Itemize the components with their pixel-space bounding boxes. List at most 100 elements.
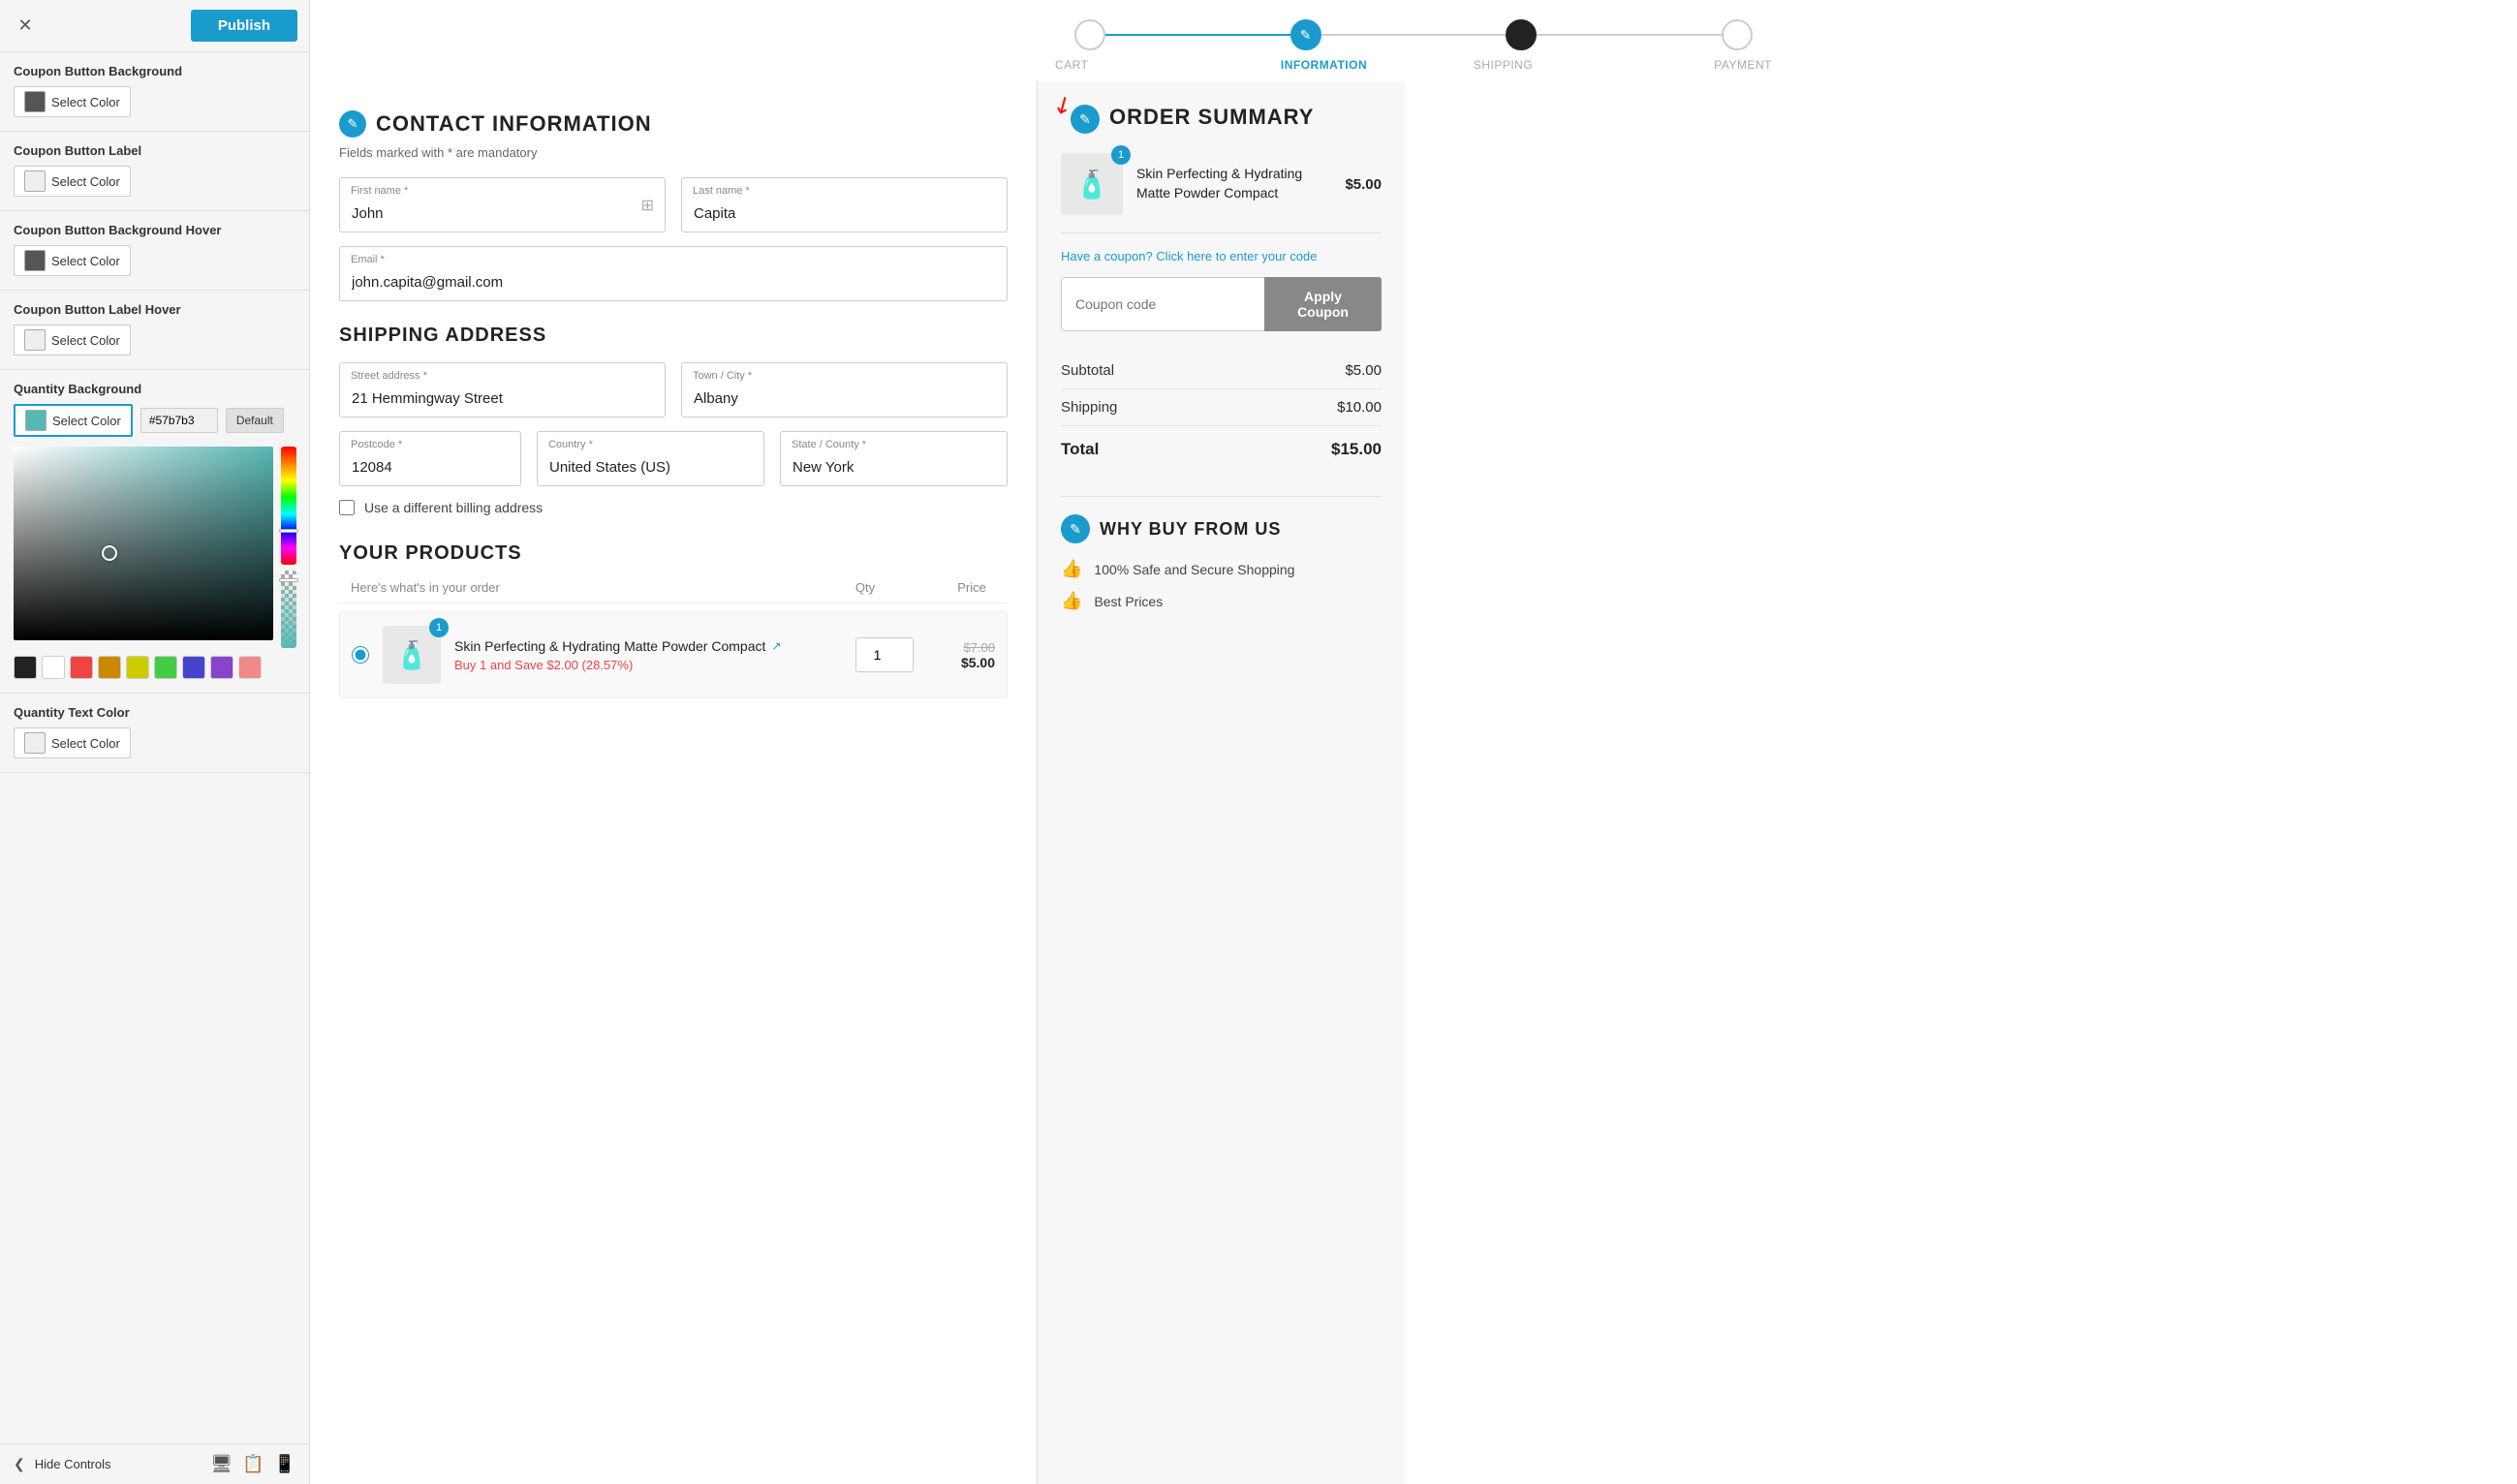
step-label-cart[interactable]: Cart [1055, 58, 1234, 72]
price-header: Price [948, 580, 996, 595]
quantity-bg-section: Quantity Background Select Color Default [0, 370, 309, 694]
first-name-field: First name * ⊞ [339, 177, 666, 232]
step-cart-circle [1074, 19, 1105, 50]
hide-controls-label[interactable]: Hide Controls [35, 1457, 202, 1471]
gradient-picker[interactable] [14, 447, 273, 640]
checkout-form: ✎ CONTACT INFORMATION Fields marked with… [339, 81, 1037, 1484]
product-discount: Buy 1 and Save $2.00 (28.57%) [454, 658, 842, 672]
coupon-link[interactable]: Have a coupon? Click here to enter your … [1061, 249, 1382, 263]
total-row: Total $15.00 [1061, 426, 1382, 473]
shipping-label: Shipping [1061, 399, 1117, 416]
product-radio[interactable] [352, 646, 369, 664]
order-product-price: $5.00 [1345, 176, 1382, 193]
progress-bar: ✎ Cart Information Shipping Payment [310, 0, 2517, 81]
products-title: YOUR PRODUCTS [339, 542, 1008, 565]
coupon-label-hover-color-btn[interactable]: Select Color [14, 325, 131, 356]
left-header: ✕ Publish [0, 0, 309, 52]
quantity-bg-swatch [25, 410, 47, 431]
coupon-bg-color-btn[interactable]: Select Color [14, 86, 131, 117]
external-link-icon[interactable]: ↗ [771, 639, 781, 653]
order-product-name: Skin Perfecting & Hydrating Matte Powder… [1136, 165, 1331, 202]
qty-header: Qty [841, 580, 889, 595]
swatch-red[interactable] [70, 656, 93, 679]
coupon-label-title: Coupon Button Label [14, 143, 295, 158]
apply-coupon-button[interactable]: Apply Coupon [1264, 277, 1382, 331]
why-buy-item-2: 👍 Best Prices [1061, 591, 1382, 611]
street-field: Street address * [339, 362, 666, 417]
coupon-label-color-btn[interactable]: Select Color [14, 166, 131, 197]
default-button[interactable]: Default [226, 408, 284, 433]
product-badge: 1 [429, 618, 449, 637]
close-button[interactable]: ✕ [12, 13, 39, 40]
step-line-3 [1537, 34, 1722, 36]
country-label: Country * [548, 439, 593, 450]
contact-badge-icon: ✎ [348, 116, 358, 132]
step-label-shipping[interactable]: Shipping [1414, 58, 1593, 72]
step-label-information[interactable]: Information [1234, 58, 1414, 72]
quantity-bg-color-btn[interactable]: Select Color [14, 404, 133, 437]
coupon-bg-hover-color-btn[interactable]: Select Color [14, 245, 131, 276]
quantity-text-color-btn[interactable]: Select Color [14, 727, 131, 758]
email-row: Email * [339, 246, 1008, 301]
main-content: ✎ Cart Information Shipping Payment ✎ CO… [310, 0, 2517, 1484]
email-input[interactable] [339, 246, 1008, 301]
coupon-bg-hover-label: Select Color [51, 254, 120, 268]
products-section: YOUR PRODUCTS Here's what's in your orde… [339, 542, 1008, 698]
swatch-green[interactable] [154, 656, 177, 679]
step-line-2 [1321, 34, 1507, 36]
swatch-blue[interactable] [182, 656, 205, 679]
swatch-pink[interactable] [238, 656, 262, 679]
order-product-badge: 1 [1111, 145, 1131, 165]
billing-checkbox-row: Use a different billing address [339, 500, 1008, 515]
products-subtitle: Here's what's in your order [351, 580, 783, 595]
order-product-image: 🧴 1 [1061, 153, 1123, 215]
step-payment-circle[interactable] [1722, 19, 1753, 50]
mobile-icon[interactable]: 📱 [274, 1454, 295, 1474]
gradient-cursor [102, 545, 117, 561]
swatch-white[interactable] [42, 656, 65, 679]
coupon-input[interactable] [1061, 277, 1264, 331]
coupon-bg-swatch [24, 91, 46, 112]
town-field: Town / City * [681, 362, 1008, 417]
quantity-text-section: Quantity Text Color Select Color [0, 694, 309, 773]
name-row: First name * ⊞ Last name * [339, 177, 1008, 232]
product-row: 🧴 1 Skin Perfecting & Hydrating Matte Po… [339, 611, 1008, 698]
country-field: Country * [537, 431, 764, 486]
why-buy-section: ✎ WHY BUY FROM US 👍 100% Safe and Secure… [1061, 496, 1382, 623]
checkout-area: ✎ CONTACT INFORMATION Fields marked with… [310, 81, 2517, 1484]
step-shipping-circle[interactable] [1506, 19, 1537, 50]
last-name-field: Last name * [681, 177, 1008, 232]
swatch-yellow[interactable] [126, 656, 149, 679]
subtotal-row: Subtotal $5.00 [1061, 353, 1382, 389]
alpha-slider[interactable] [281, 571, 296, 648]
hide-controls-bar: ❮ Hide Controls 🖥 📋 📱 [0, 1443, 309, 1484]
step-label-payment[interactable]: Payment [1593, 58, 1772, 72]
price-old: $7.00 [927, 640, 995, 655]
price-new: $5.00 [927, 655, 995, 670]
desktop-icon[interactable]: 🖥 [210, 1454, 233, 1474]
why-buy-text-2: Best Prices [1094, 594, 1163, 609]
left-panel-content: Coupon Button Background Select Color Co… [0, 52, 309, 1443]
coupon-bg-title: Coupon Button Background [14, 64, 295, 78]
coupon-label-hover-section: Coupon Button Label Hover Select Color [0, 291, 309, 370]
tablet-icon[interactable]: 📋 [242, 1454, 264, 1474]
publish-button[interactable]: Publish [191, 10, 297, 42]
hex-input[interactable] [140, 408, 218, 433]
quantity-bg-label: Select Color [52, 414, 121, 428]
swatch-orange[interactable] [98, 656, 121, 679]
order-badge-icon: ✎ [1079, 111, 1091, 128]
swatch-black[interactable] [14, 656, 37, 679]
subtotal-value: $5.00 [1345, 362, 1382, 379]
coupon-bg-hover-swatch [24, 250, 46, 271]
product-info: Skin Perfecting & Hydrating Matte Powder… [454, 638, 842, 672]
quantity-text-label: Select Color [51, 736, 120, 751]
contact-section-title: CONTACT INFORMATION [376, 111, 652, 137]
swatch-purple[interactable] [210, 656, 233, 679]
hue-slider[interactable] [281, 447, 296, 565]
postcode-field: Postcode * [339, 431, 521, 486]
email-field: Email * [339, 246, 1008, 301]
quantity-text-title: Quantity Text Color [14, 705, 295, 720]
step-information-circle[interactable]: ✎ [1290, 19, 1321, 50]
qty-input[interactable] [855, 637, 914, 672]
billing-checkbox[interactable] [339, 500, 355, 515]
